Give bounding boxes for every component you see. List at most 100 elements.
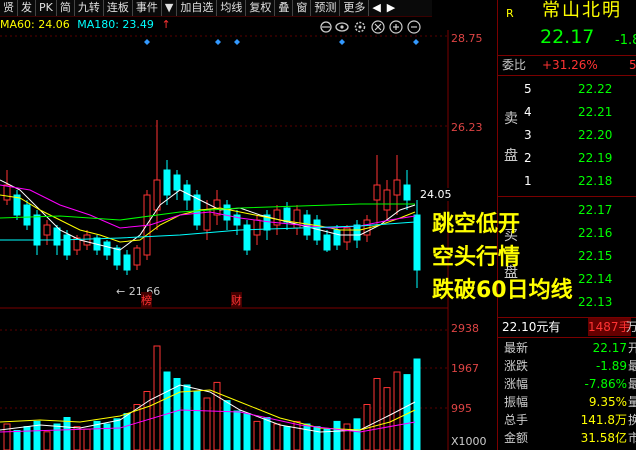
toolbar-item-jiazixuan[interactable]: 加自选 bbox=[177, 0, 218, 16]
quote-price: 22.10元有 bbox=[502, 320, 561, 334]
overlay-line-1: 跳空低开 bbox=[432, 212, 521, 237]
volume-bar bbox=[233, 410, 241, 450]
weibi-row: 委比 +31.26% 5 bbox=[498, 56, 636, 74]
stat-value: 9.35% bbox=[588, 395, 627, 409]
candle-body bbox=[383, 189, 391, 211]
candle-body bbox=[163, 169, 171, 196]
stock-header: R 常山北明 bbox=[498, 2, 636, 26]
toolbar-item-shijian[interactable]: 事件 bbox=[133, 0, 162, 16]
stat-value: -1.89 bbox=[595, 359, 627, 373]
volume-bar bbox=[53, 423, 61, 450]
candle-body bbox=[333, 229, 341, 246]
stat-value: -7.86% bbox=[584, 377, 627, 391]
ask-level: 1 bbox=[524, 174, 532, 188]
volume-bars bbox=[3, 345, 421, 450]
volume-bar bbox=[63, 417, 71, 450]
volume-bar bbox=[373, 378, 381, 450]
weibi-extra: 5 bbox=[629, 58, 636, 72]
price-row: 22.17 -1.8 bbox=[498, 28, 636, 52]
ask-price: 22.20 bbox=[578, 128, 613, 142]
volume-bar bbox=[93, 420, 101, 450]
candle-body bbox=[373, 184, 381, 201]
toolbar-item-junxian[interactable]: 均线 bbox=[217, 0, 247, 16]
toolbar-item-fa[interactable]: 发 bbox=[18, 0, 36, 16]
toolbar-item-die[interactable]: 叠 bbox=[275, 0, 294, 16]
toolbar-item-0[interactable]: 贤 bbox=[0, 0, 18, 16]
ask-row[interactable]: 1 22.18 bbox=[498, 172, 636, 190]
ask-row[interactable]: 4 22.21 bbox=[498, 103, 636, 121]
stat-extra: 开 bbox=[628, 341, 636, 355]
candle-body bbox=[133, 247, 141, 266]
volume-unit: X1000 bbox=[451, 435, 487, 448]
stat-label: 涨跌 bbox=[504, 359, 529, 373]
candle-body bbox=[413, 214, 421, 271]
volume-bar bbox=[193, 391, 201, 450]
volume-bar bbox=[83, 428, 91, 450]
volume-bar bbox=[353, 418, 361, 450]
volume-bar bbox=[173, 378, 181, 450]
volume-bar bbox=[303, 423, 311, 450]
stat-extra: 量 bbox=[628, 395, 636, 409]
chart-toolbar: 贤 发 PK 简 九转 连板 事件 ▼ 加自选 均线 复权 叠 窗 预测 更多 … bbox=[0, 0, 432, 17]
volume-bar bbox=[383, 387, 391, 450]
bid-price: 22.16 bbox=[578, 226, 613, 240]
candle-body bbox=[43, 224, 51, 236]
volume-axis-mid: 1967 bbox=[451, 362, 479, 375]
prev-icon[interactable]: ◀ bbox=[369, 0, 383, 16]
stat-row: 金额 31.58亿 市 bbox=[498, 429, 636, 447]
stat-label: 涨幅 bbox=[504, 377, 529, 391]
volume-bar bbox=[123, 413, 131, 450]
stat-value: 22.17 bbox=[592, 341, 627, 355]
stat-value: 141.8万 bbox=[580, 413, 627, 427]
candle-body bbox=[123, 254, 131, 271]
kline-chart[interactable] bbox=[0, 30, 497, 450]
stat-label: 总手 bbox=[504, 413, 529, 427]
candle-body bbox=[173, 174, 181, 191]
stat-row: 振幅 9.35% 量 bbox=[498, 393, 636, 411]
ask-price: 22.22 bbox=[578, 82, 613, 96]
stat-row: 涨幅 -7.86% 最 bbox=[498, 375, 636, 393]
candle-body bbox=[243, 224, 251, 251]
quote-vol: 1487手 bbox=[588, 318, 631, 336]
annotation-overlay: 跳空低开 空头行情 跌破60日均线 bbox=[432, 208, 573, 307]
toolbar-item-gengduo[interactable]: 更多 bbox=[340, 0, 370, 16]
ask-row[interactable]: 3 22.20 bbox=[498, 126, 636, 144]
stat-extra: 最 bbox=[628, 359, 636, 373]
ask-level: 5 bbox=[524, 82, 532, 96]
volume-bar bbox=[13, 430, 21, 450]
volume-bar bbox=[113, 418, 121, 450]
toolbar-item-jian[interactable]: 简 bbox=[57, 0, 75, 16]
bid-price: 22.13 bbox=[578, 295, 613, 309]
volume-bar bbox=[223, 400, 231, 450]
toolbar-item-lianban[interactable]: 连板 bbox=[104, 0, 133, 16]
candle-body bbox=[23, 204, 31, 226]
toolbar-item-yuce[interactable]: 预测 bbox=[311, 0, 341, 16]
stat-label: 最新 bbox=[504, 341, 529, 355]
volume-bar bbox=[43, 431, 51, 450]
volume-bar bbox=[323, 428, 331, 450]
toolbar-item-fuquan[interactable]: 复权 bbox=[246, 0, 276, 16]
stat-row: 涨跌 -1.89 最 bbox=[498, 357, 636, 375]
tag-cai[interactable]: 财 bbox=[231, 292, 242, 308]
candle-body bbox=[53, 227, 61, 246]
ask-price: 22.19 bbox=[578, 151, 613, 165]
tag-bang[interactable]: 榜 bbox=[141, 292, 152, 308]
weibi-value: +31.26% bbox=[542, 58, 598, 72]
volume-bar bbox=[413, 358, 421, 450]
stock-name: 常山北明 bbox=[542, 0, 622, 21]
toolbar-item-dropdown[interactable]: ▼ bbox=[162, 0, 178, 16]
candle-body bbox=[323, 234, 331, 251]
ask-price: 22.21 bbox=[578, 105, 613, 119]
ask-level: 2 bbox=[524, 151, 532, 165]
stat-extra: 换 bbox=[628, 413, 636, 427]
ask-level: 3 bbox=[524, 128, 532, 142]
toolbar-item-pk[interactable]: PK bbox=[36, 0, 57, 16]
toolbar-item-chuang[interactable]: 窗 bbox=[293, 0, 312, 16]
next-icon[interactable]: ▶ bbox=[384, 0, 398, 16]
ask-row[interactable]: 5 22.22 bbox=[498, 80, 636, 98]
bid-price: 22.14 bbox=[578, 272, 613, 286]
overlay-line-3: 跌破60日均线 bbox=[432, 278, 573, 303]
volume-axis-high: 2938 bbox=[451, 322, 479, 335]
toolbar-item-jiuzhuan[interactable]: 九转 bbox=[75, 0, 104, 16]
ask-row[interactable]: 2 22.19 bbox=[498, 149, 636, 167]
